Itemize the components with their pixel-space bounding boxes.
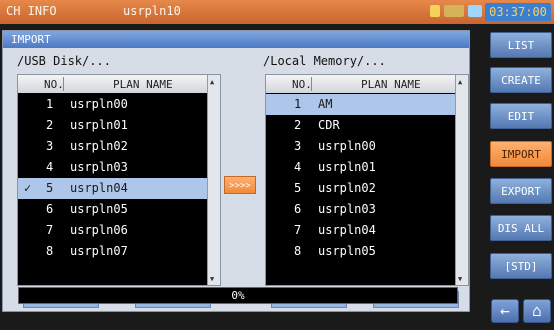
list-item[interactable]: 1 usrpln00 — [18, 94, 208, 115]
column-no: NO. — [44, 78, 64, 91]
list-item[interactable]: 7 usrpln04 — [266, 220, 456, 241]
plan-number: 8 — [46, 244, 54, 258]
plan-number: 4 — [46, 160, 54, 174]
plan-number: 7 — [46, 223, 54, 237]
list-item[interactable]: 1 AM — [266, 94, 456, 115]
plan-number: 2 — [46, 118, 54, 132]
back-arrow-icon[interactable]: ← — [491, 299, 519, 323]
usb-path: /USB Disk/... — [17, 54, 111, 68]
list-item[interactable]: 2 CDR — [266, 115, 456, 136]
usb-icon — [430, 5, 440, 17]
local-plan-list[interactable]: NO. PLAN NAME 1 AM 2 CDR 3 usrpln00 4 usrpln01 5… — [265, 74, 469, 286]
usb-plan-list[interactable]: NO. PLAN NAME 1 usrpln00 2 usrpln01 3 usrpln0… — [17, 74, 221, 286]
screen-title: CH INFO — [6, 4, 57, 18]
plan-number: 2 — [294, 118, 302, 132]
current-plan: usrpln10 — [123, 4, 181, 18]
list-item[interactable]: 6 usrpln03 — [266, 199, 456, 220]
edit-button[interactable]: EDIT — [490, 103, 552, 129]
usb-list-scrollbar[interactable]: ▲ ▼ — [207, 75, 220, 285]
plan-name: usrpln01 — [70, 118, 128, 132]
scroll-down-icon[interactable]: ▼ — [458, 275, 462, 283]
plan-number: 6 — [294, 202, 302, 216]
list-item[interactable]: 2 usrpln01 — [18, 115, 208, 136]
column-plan-name: PLAN NAME — [361, 78, 421, 91]
import-panel: IMPORT /USB Disk/... /Local Memory/... N… — [2, 30, 470, 312]
plan-name: AM — [318, 97, 333, 111]
list-item[interactable]: 7 usrpln06 — [18, 220, 208, 241]
plan-number: 7 — [294, 223, 302, 237]
transfer-button[interactable]: >>>> — [224, 176, 256, 194]
progress-bar: 0% — [18, 287, 458, 304]
list-item[interactable]: 6 usrpln05 — [18, 199, 208, 220]
list-header: NO. PLAN NAME — [266, 75, 456, 93]
local-path: /Local Memory/... — [263, 54, 386, 68]
plan-name: usrpln07 — [70, 244, 128, 258]
home-icon[interactable]: ⌂ — [523, 299, 551, 323]
create-button[interactable]: CREATE — [490, 67, 552, 93]
plan-number: 3 — [294, 139, 302, 153]
import-button[interactable]: IMPORT — [490, 141, 552, 167]
storage-icon — [444, 5, 464, 17]
plan-name: CDR — [318, 118, 340, 132]
list-button[interactable]: LIST — [490, 32, 552, 58]
plan-name: usrpln06 — [70, 223, 128, 237]
plan-number: 3 — [46, 139, 54, 153]
plan-name: usrpln02 — [318, 181, 376, 195]
panel-title: IMPORT — [3, 31, 469, 48]
list-item[interactable]: ✓ 5 usrpln04 — [18, 178, 208, 199]
scroll-up-icon[interactable]: ▲ — [458, 78, 462, 86]
plan-name: usrpln02 — [70, 139, 128, 153]
local-list-scrollbar[interactable]: ▲ ▼ — [455, 75, 468, 285]
plan-name: usrpln03 — [318, 202, 376, 216]
list-item[interactable]: 3 usrpln02 — [18, 136, 208, 157]
progress-label: 0% — [231, 289, 245, 302]
list-header: NO. PLAN NAME — [18, 75, 208, 93]
scroll-down-icon[interactable]: ▼ — [210, 275, 214, 283]
plan-number: 5 — [46, 181, 54, 195]
plan-name: usrpln00 — [318, 139, 376, 153]
plan-name: usrpln04 — [70, 181, 128, 195]
std-button[interactable]: [STD] — [490, 253, 552, 279]
plan-number: 4 — [294, 160, 302, 174]
status-bar: CH INFO usrpln10 03:37:00 — [0, 0, 554, 24]
list-item[interactable]: 4 usrpln03 — [18, 157, 208, 178]
clock: 03:37:00 — [485, 3, 551, 21]
plan-number: 1 — [46, 97, 54, 111]
plan-number: 1 — [294, 97, 302, 111]
list-item[interactable]: 8 usrpln07 — [18, 241, 208, 262]
plan-name: usrpln03 — [70, 160, 128, 174]
list-item[interactable]: 4 usrpln01 — [266, 157, 456, 178]
dis-all-button[interactable]: DIS ALL — [490, 215, 552, 241]
list-item[interactable]: 3 usrpln00 — [266, 136, 456, 157]
plan-name: usrpln01 — [318, 160, 376, 174]
plan-name: usrpln05 — [70, 202, 128, 216]
checkmark-icon: ✓ — [24, 181, 32, 195]
plan-name: usrpln00 — [70, 97, 128, 111]
plan-number: 6 — [46, 202, 54, 216]
plan-name: usrpln04 — [318, 223, 376, 237]
column-no: NO. — [292, 78, 312, 91]
export-button[interactable]: EXPORT — [490, 178, 552, 204]
plan-number: 8 — [294, 244, 302, 258]
list-item[interactable]: 8 usrpln05 — [266, 241, 456, 262]
column-plan-name: PLAN NAME — [113, 78, 173, 91]
plan-name: usrpln05 — [318, 244, 376, 258]
wifi-icon — [468, 5, 482, 17]
list-item[interactable]: 5 usrpln02 — [266, 178, 456, 199]
scroll-up-icon[interactable]: ▲ — [210, 78, 214, 86]
plan-number: 5 — [294, 181, 302, 195]
